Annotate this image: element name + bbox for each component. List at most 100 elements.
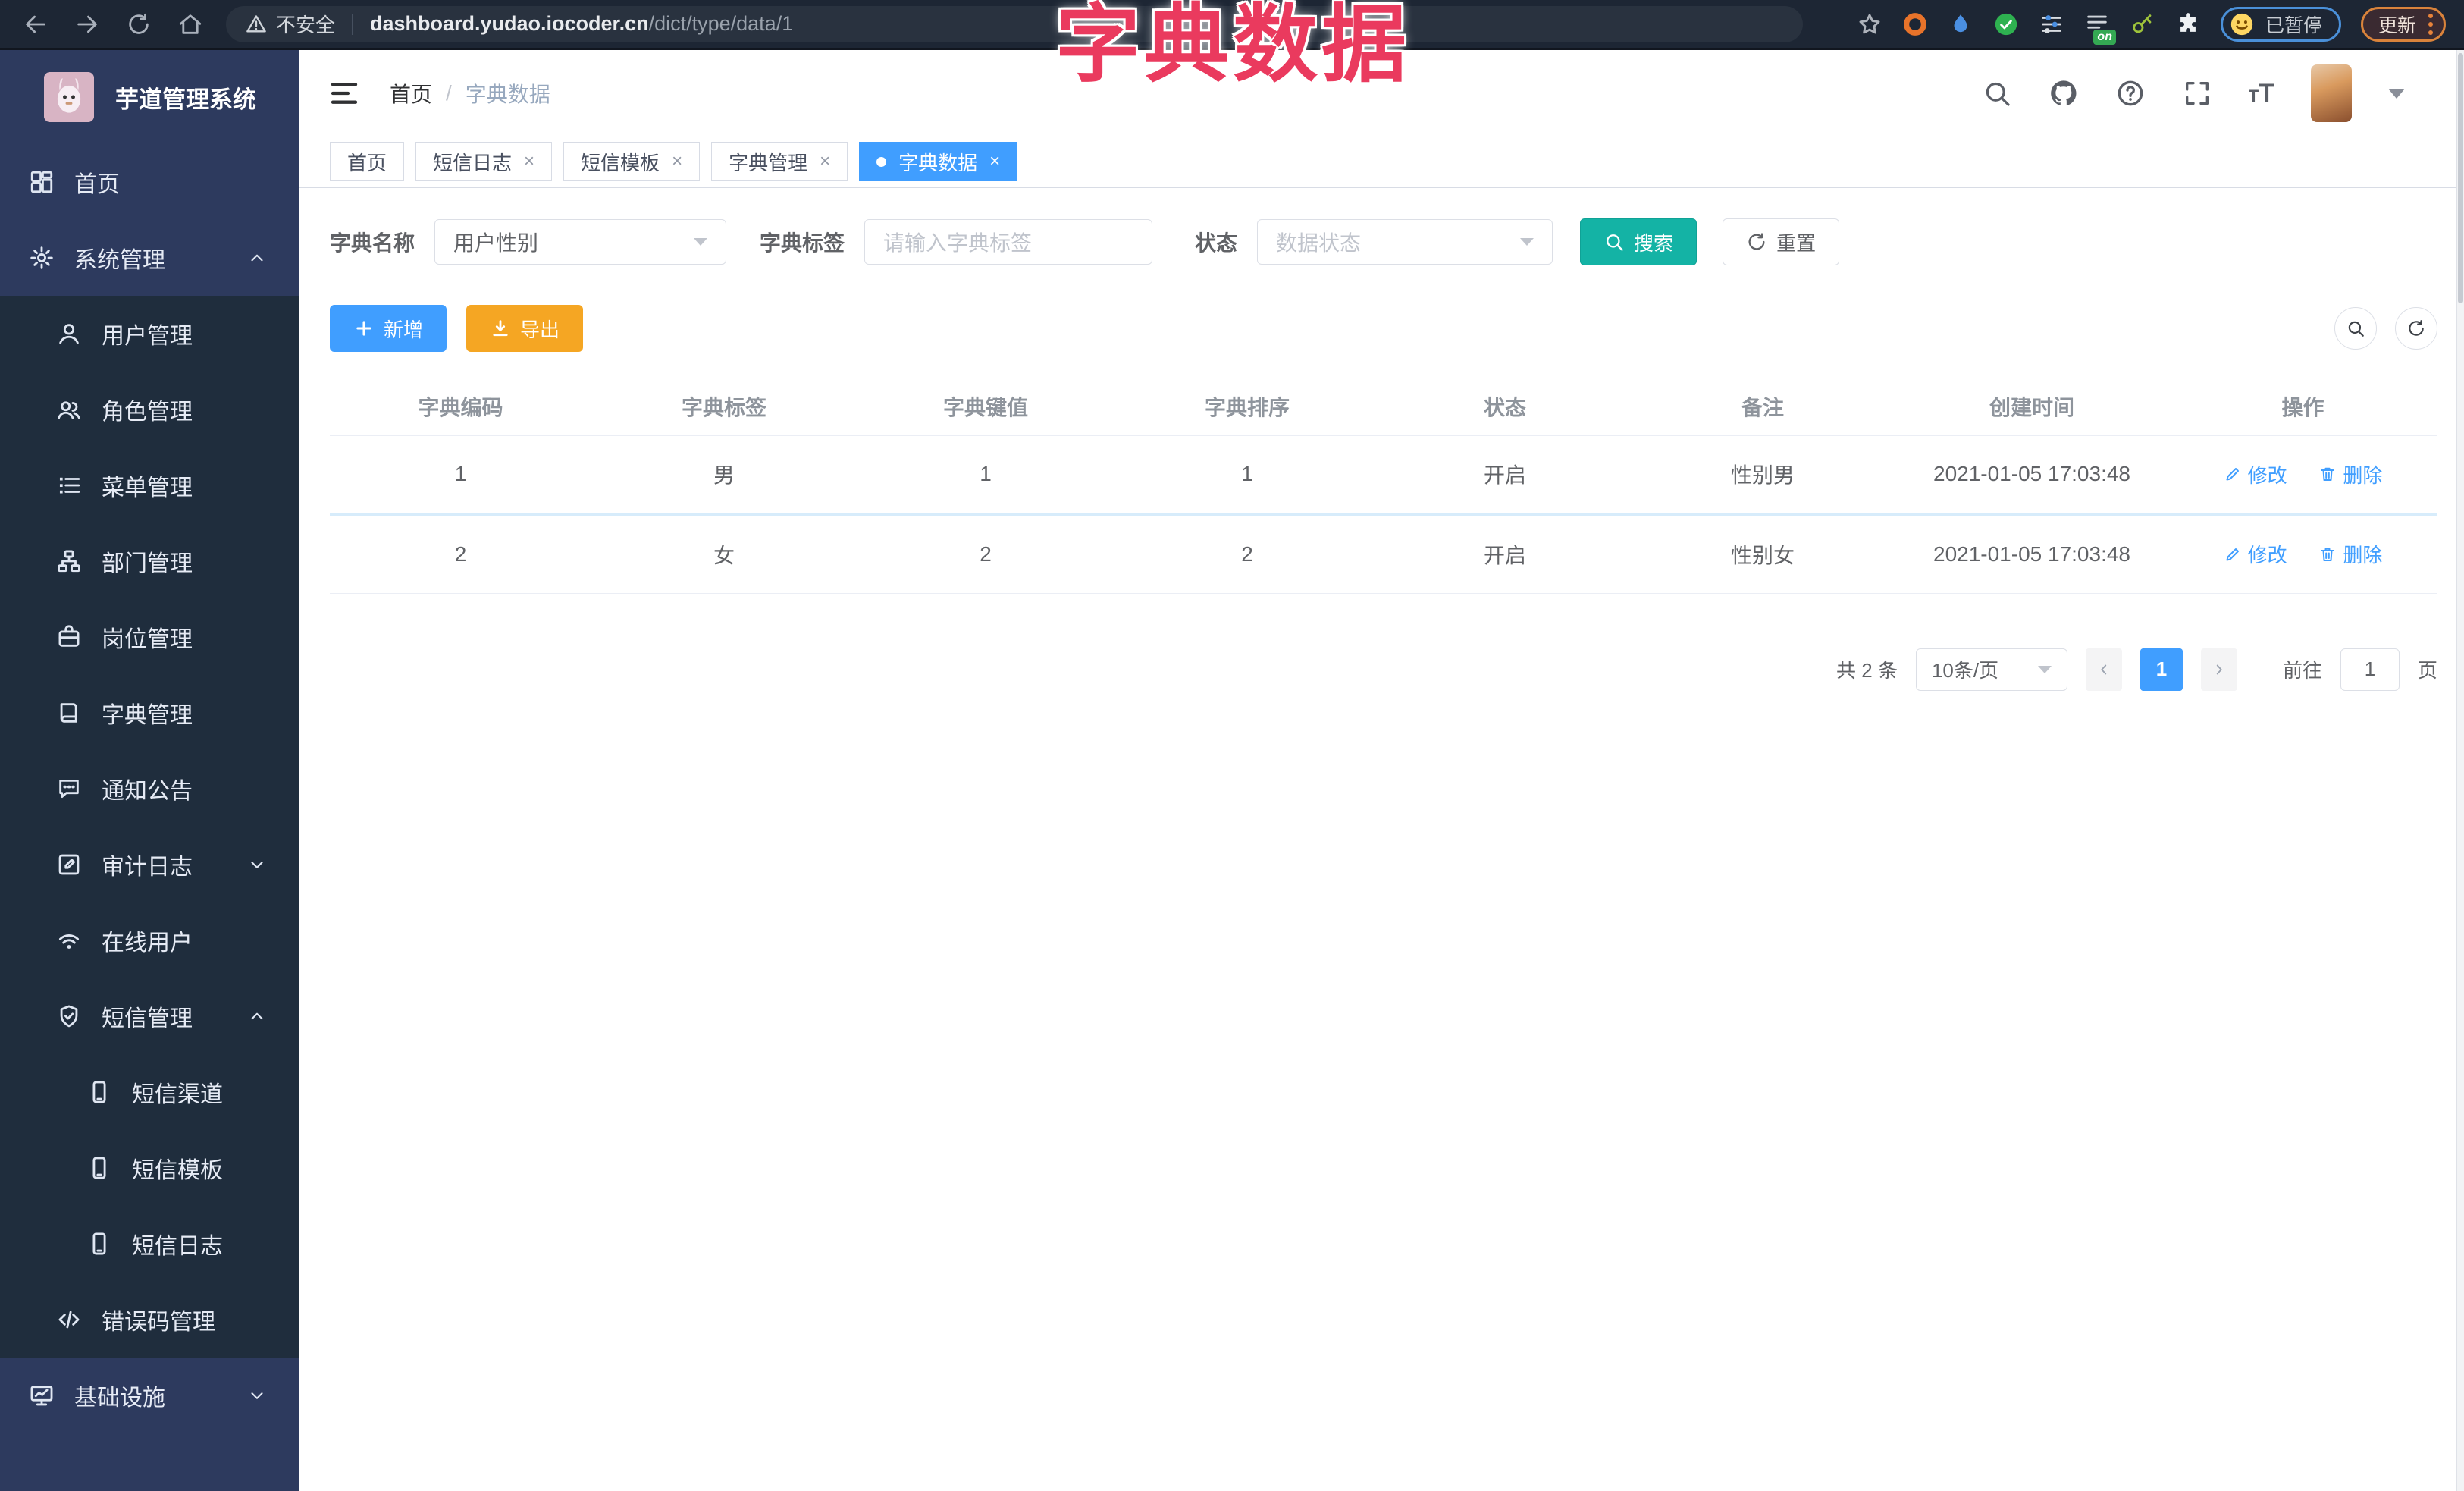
next-page-button[interactable] — [2200, 648, 2237, 691]
sidebar-item-sms-log[interactable]: 短信日志 — [0, 1206, 299, 1282]
edit-button[interactable]: 修改 — [2224, 460, 2287, 488]
sidebar-item-online-users[interactable]: 在线用户 — [0, 902, 299, 978]
avatar[interactable] — [2311, 64, 2352, 122]
app-logo[interactable]: 芋道管理系统 — [0, 50, 299, 144]
refresh-icon — [2406, 319, 2426, 338]
col-actions: 操作 — [2168, 378, 2437, 436]
bookmark-star-icon[interactable] — [1857, 11, 1882, 37]
close-icon[interactable]: × — [989, 152, 1000, 171]
sidebar-item-notices[interactable]: 通知公告 — [0, 751, 299, 827]
pagination: 共 2 条 10条/页 1 前往 页 — [330, 648, 2437, 691]
profile-paused-pill[interactable]: 已暂停 — [2220, 6, 2341, 42]
extension-check-icon[interactable] — [1993, 11, 2019, 37]
sidebar: 芋道管理系统 首页 系统管理 用户管理 角色管理 菜单管理 部门管理 岗位管理 … — [0, 50, 299, 1491]
search-icon[interactable] — [1982, 78, 2012, 108]
current-page-button[interactable]: 1 — [2140, 648, 2183, 691]
browser-forward-icon[interactable] — [74, 11, 100, 37]
browser-back-icon[interactable] — [23, 11, 49, 37]
fullscreen-icon[interactable] — [2182, 78, 2212, 108]
export-button[interactable]: 导出 — [466, 305, 584, 352]
edit-button[interactable]: 修改 — [2224, 540, 2287, 568]
sidebar-item-dicts[interactable]: 字典管理 — [0, 675, 299, 751]
add-button[interactable]: 新增 — [330, 305, 447, 352]
sidebar-item-error-codes[interactable]: 错误码管理 — [0, 1282, 299, 1358]
close-icon[interactable]: × — [672, 152, 682, 171]
tab-sms-log[interactable]: 短信日志 × — [415, 142, 553, 181]
sidebar-item-users[interactable]: 用户管理 — [0, 296, 299, 372]
security-label: 不安全 — [276, 14, 336, 36]
dict-data-table: 字典编码 字典标签 字典键值 字典排序 状态 备注 创建时间 操作 1 男 1 … — [330, 378, 2437, 594]
browser-update-group[interactable]: 更新 — [2360, 6, 2446, 42]
page-header: 首页 / 字典数据 TT — [299, 50, 2464, 137]
sidebar-item-sms[interactable]: 短信管理 — [0, 978, 299, 1054]
refresh-icon — [1746, 231, 1767, 253]
page-scrollbar[interactable] — [2456, 50, 2464, 1491]
browser-reload-icon[interactable] — [126, 11, 152, 37]
url-host: dashboard.yudao.iocoder.cn — [370, 12, 649, 35]
table-toolbar: 新增 导出 — [330, 305, 2437, 352]
prev-page-button[interactable] — [2085, 648, 2122, 691]
sidebar-item-system[interactable]: 系统管理 — [0, 220, 299, 296]
sidebar-item-audit-logs[interactable]: 审计日志 — [0, 827, 299, 902]
table-row[interactable]: 1 男 1 1 开启 性别男 2021-01-05 17:03:48 修改 删除 — [330, 435, 2437, 516]
sidebar-item-infrastructure[interactable]: 基础设施 — [0, 1358, 299, 1433]
extension-key-icon[interactable] — [2130, 11, 2155, 37]
table-header-row: 字典编码 字典标签 字典键值 字典排序 状态 备注 创建时间 操作 — [330, 378, 2437, 436]
tab-sms-template[interactable]: 短信模板 × — [563, 142, 701, 181]
sidebar-item-home[interactable]: 首页 — [0, 144, 299, 220]
col-dict-code: 字典编码 — [330, 378, 591, 436]
font-size-icon[interactable]: TT — [2249, 79, 2274, 108]
col-created: 创建时间 — [1895, 378, 2168, 436]
sidebar-item-positions[interactable]: 岗位管理 — [0, 599, 299, 675]
refresh-table-button[interactable] — [2395, 307, 2437, 350]
status-select[interactable]: 数据状态 — [1257, 219, 1553, 265]
extensions-puzzle-icon[interactable] — [2175, 11, 2201, 37]
sidebar-item-sms-template[interactable]: 短信模板 — [0, 1130, 299, 1206]
browser-menu-icon[interactable] — [2428, 13, 2433, 35]
sidebar-item-roles[interactable]: 角色管理 — [0, 372, 299, 447]
chevron-down-icon — [2037, 665, 2052, 673]
tab-dict-data[interactable]: 字典数据 × — [859, 142, 1018, 181]
dict-name-select[interactable]: 用户性别 — [434, 219, 727, 265]
hamburger-icon[interactable] — [329, 78, 359, 108]
breadcrumb: 首页 / 字典数据 — [390, 78, 550, 108]
tab-home[interactable]: 首页 — [330, 142, 405, 181]
github-icon[interactable] — [2049, 78, 2079, 108]
security-warning-icon[interactable] — [246, 14, 267, 35]
page-size-select[interactable]: 10条/页 — [1915, 648, 2067, 691]
search-button[interactable]: 搜索 — [1580, 218, 1698, 265]
edit-note-icon — [56, 852, 82, 877]
extension-adblock-icon[interactable] — [1902, 11, 1928, 37]
delete-button[interactable]: 删除 — [2318, 540, 2382, 568]
chevron-down-icon — [247, 855, 267, 874]
tab-dict-manage[interactable]: 字典管理 × — [711, 142, 848, 181]
extension-sliders-icon[interactable] — [2039, 11, 2064, 37]
close-icon[interactable]: × — [820, 152, 830, 171]
sidebar-item-sms-channel[interactable]: 短信渠道 — [0, 1054, 299, 1130]
breadcrumb-home[interactable]: 首页 — [390, 78, 432, 108]
pencil-icon — [2224, 465, 2242, 483]
delete-button[interactable]: 删除 — [2318, 460, 2382, 488]
browser-toolbar: 不安全 dashboard.yudao.iocoder.cn/dict/type… — [0, 0, 2464, 50]
reset-button[interactable]: 重置 — [1723, 218, 1840, 265]
breadcrumb-separator: / — [446, 81, 452, 105]
scrollbar-thumb[interactable] — [2458, 53, 2463, 303]
goto-page-input[interactable] — [2340, 648, 2400, 691]
users-group-icon — [56, 397, 82, 422]
browser-home-icon[interactable] — [177, 11, 203, 37]
extension-drop-icon[interactable] — [1948, 11, 1973, 37]
help-icon[interactable] — [2115, 78, 2146, 108]
address-bar[interactable]: 不安全 dashboard.yudao.iocoder.cn/dict/type… — [226, 5, 1803, 42]
emoji-avatar-icon — [2229, 11, 2255, 37]
search-icon — [2346, 319, 2365, 338]
extension-switch-icon[interactable]: on — [2084, 11, 2116, 45]
toggle-search-button[interactable] — [2334, 307, 2377, 350]
avatar-caret-icon[interactable] — [2388, 88, 2405, 99]
close-icon[interactable]: × — [524, 152, 534, 171]
org-tree-icon — [56, 548, 82, 574]
sidebar-item-menus[interactable]: 菜单管理 — [0, 447, 299, 523]
table-row[interactable]: 2 女 2 2 开启 性别女 2021-01-05 17:03:48 修改 删除 — [330, 514, 2437, 594]
sidebar-item-departments[interactable]: 部门管理 — [0, 523, 299, 599]
col-remark: 备注 — [1630, 378, 1895, 436]
dict-label-input[interactable]: 请输入字典标签 — [864, 219, 1153, 265]
